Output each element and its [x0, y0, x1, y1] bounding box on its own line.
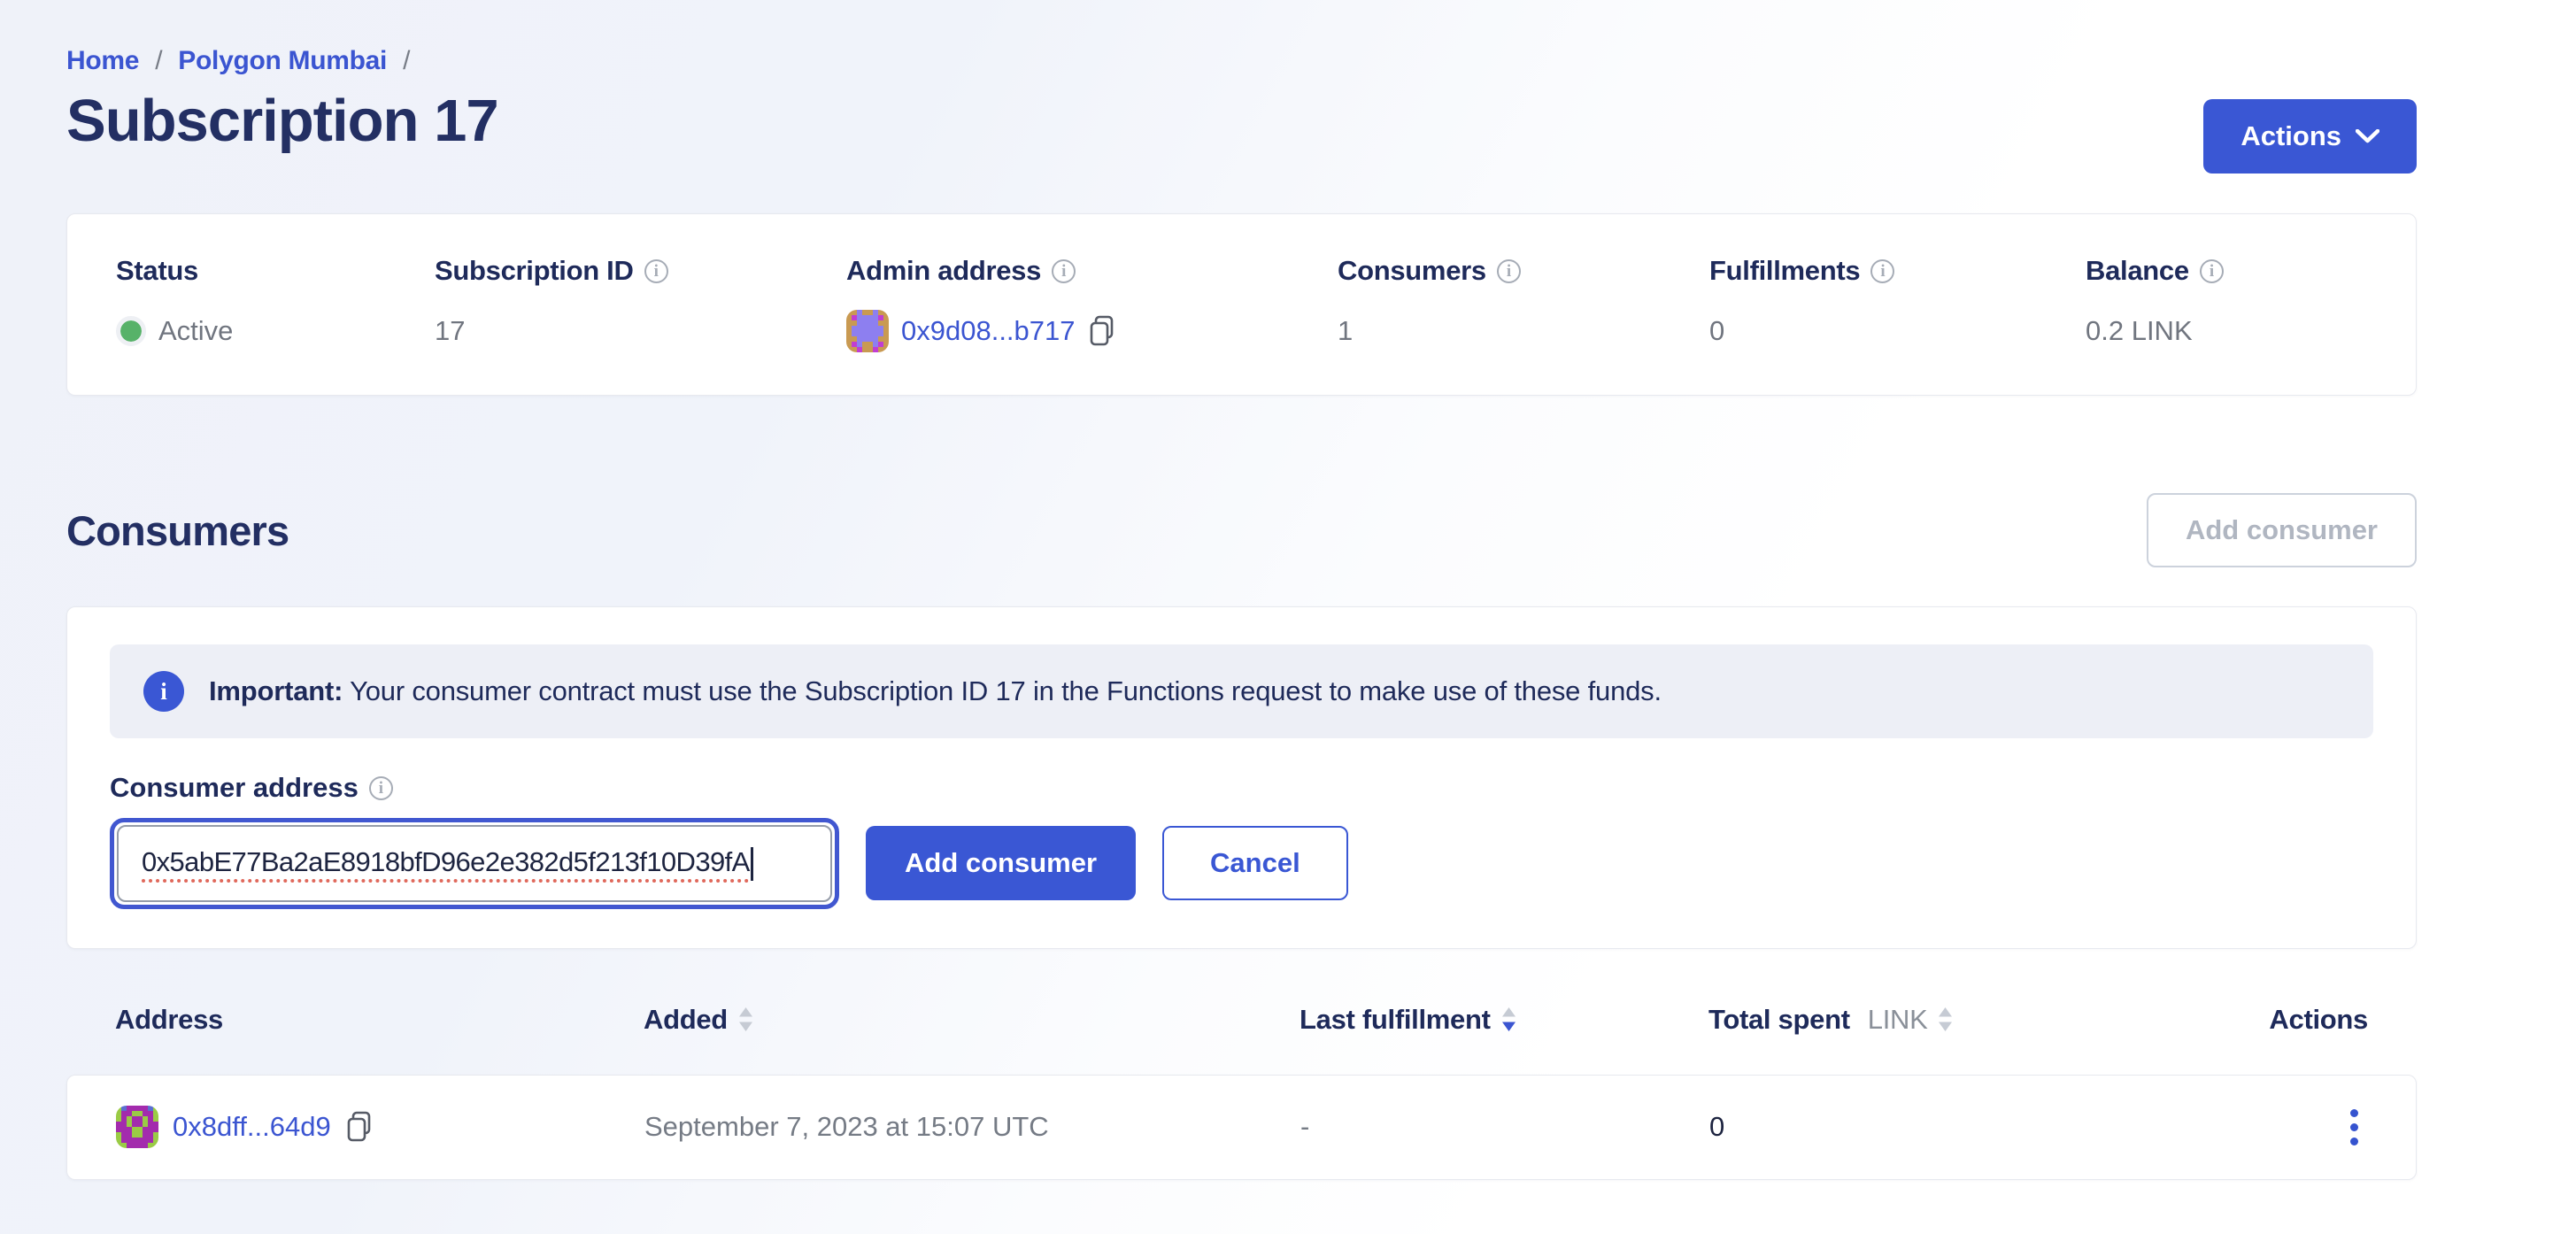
copy-icon [345, 1110, 374, 1144]
consumer-table-row: 0x8dff...64d9 September 7, 2023 at 15:07… [66, 1075, 2417, 1180]
consumers-table-header: Address Added Last fulfillment Total spe… [66, 1004, 2417, 1036]
breadcrumb-separator: / [155, 46, 162, 75]
stat-fulfillments-label: Fulfillments i [1709, 255, 2086, 287]
copy-icon [1088, 314, 1116, 348]
add-consumer-form-card: i Important: Your consumer contract must… [66, 606, 2417, 949]
stat-balance-value: 0.2 LINK [2086, 310, 2416, 352]
stat-consumers-value: 1 [1338, 310, 1709, 352]
consumer-address-link[interactable]: 0x8dff...64d9 [173, 1111, 331, 1143]
info-icon[interactable]: i [369, 776, 393, 800]
stat-fulfillments-value: 0 [1709, 310, 2086, 352]
cancel-button[interactable]: Cancel [1162, 826, 1348, 900]
column-header-added[interactable]: Added [644, 1004, 1300, 1036]
consumer-added-cell: September 7, 2023 at 15:07 UTC [644, 1111, 1300, 1143]
stat-label-text: Admin address [846, 255, 1041, 287]
field-label-text: Consumer address [110, 772, 359, 804]
consumer-address-cell: 0x8dff...64d9 [116, 1106, 644, 1148]
kebab-dot [2350, 1138, 2358, 1145]
row-actions-menu-button[interactable] [2341, 1104, 2367, 1151]
actions-button-label: Actions [2241, 120, 2341, 152]
column-label: Added [644, 1004, 728, 1036]
stat-label-text: Status [116, 255, 198, 287]
column-header-actions: Actions [2269, 1004, 2368, 1036]
page: Home / Polygon Mumbai / Subscription 17 … [0, 0, 2576, 1180]
info-icon[interactable]: i [1870, 259, 1894, 283]
stat-subscription-id: Subscription ID i 17 [435, 255, 846, 352]
stat-status-value: Active [116, 310, 435, 352]
consumer-avatar [116, 1106, 158, 1148]
column-header-address: Address [115, 1004, 644, 1036]
sort-icon[interactable] [1501, 1006, 1516, 1032]
form-controls-row: 0x5abE77Ba2aE8918bfD96e2e382d5f213f10D39… [110, 818, 2373, 909]
status-active-icon [116, 316, 146, 346]
stat-value-text: 17 [435, 315, 465, 347]
stat-admin-address: Admin address i 0x9d08...b717 [846, 255, 1338, 352]
column-label: Actions [2269, 1004, 2368, 1036]
subscription-stats-card: Status Active Subscription ID i 17 Admin… [66, 213, 2417, 396]
text-cursor [751, 847, 753, 881]
chevron-down-icon [2356, 129, 2379, 143]
kebab-dot [2350, 1109, 2358, 1117]
status-text: Active [158, 315, 233, 347]
actions-button[interactable]: Actions [2203, 99, 2417, 174]
breadcrumb-separator: / [403, 46, 410, 75]
column-header-total-spent[interactable]: Total spent LINK [1708, 1004, 2266, 1036]
link-unit-label: LINK [1868, 1004, 1928, 1036]
consumer-address-input[interactable]: 0x5abE77Ba2aE8918bfD96e2e382d5f213f10D39… [117, 825, 832, 902]
sort-icon[interactable] [738, 1006, 753, 1032]
kebab-dot [2350, 1123, 2358, 1131]
notice-body: Your consumer contract must use the Subs… [343, 675, 1662, 706]
stat-label-text: Fulfillments [1709, 255, 1860, 287]
stat-status-label: Status [116, 255, 435, 287]
stat-balance-label: Balance i [2086, 255, 2416, 287]
breadcrumb: Home / Polygon Mumbai / [66, 46, 2417, 76]
stat-fulfillments: Fulfillments i 0 [1709, 255, 2086, 352]
notice-text: Important: Your consumer contract must u… [209, 675, 1662, 707]
consumer-address-field-label: Consumer address i [110, 772, 2373, 804]
stat-admin-address-value: 0x9d08...b717 [846, 310, 1338, 352]
stat-consumers: Consumers i 1 [1338, 255, 1709, 352]
info-icon[interactable]: i [644, 259, 668, 283]
consumer-last-fulfillment-cell: - [1300, 1111, 1709, 1143]
add-consumer-button-disabled[interactable]: Add consumer [2147, 493, 2417, 567]
column-label: Address [115, 1004, 223, 1036]
important-notice-banner: i Important: Your consumer contract must… [110, 644, 2373, 738]
column-label: Total spent [1708, 1004, 1850, 1036]
admin-address-avatar [846, 310, 889, 352]
stat-status: Status Active [116, 255, 435, 352]
stat-value-text: 1 [1338, 315, 1353, 347]
stat-admin-address-label: Admin address i [846, 255, 1338, 287]
consumers-section-header: Consumers Add consumer [66, 493, 2417, 567]
stat-consumers-label: Consumers i [1338, 255, 1709, 287]
copy-consumer-address-button[interactable] [345, 1110, 374, 1144]
consumers-heading: Consumers [66, 506, 289, 555]
sort-icon[interactable] [1938, 1006, 1953, 1032]
info-circle-icon: i [143, 671, 184, 712]
admin-address-link[interactable]: 0x9d08...b717 [901, 315, 1076, 347]
consumer-address-input-focus-ring: 0x5abE77Ba2aE8918bfD96e2e382d5f213f10D39… [110, 818, 839, 909]
consumer-total-spent-cell: 0 [1709, 1111, 2267, 1143]
stat-value-text: 0 [1709, 315, 1724, 347]
info-icon[interactable]: i [2200, 259, 2224, 283]
stat-value-text: 0.2 LINK [2086, 315, 2193, 347]
info-icon[interactable]: i [1497, 259, 1521, 283]
breadcrumb-link-polygon-mumbai[interactable]: Polygon Mumbai [178, 46, 387, 75]
add-consumer-submit-button[interactable]: Add consumer [866, 826, 1136, 900]
breadcrumb-link-home[interactable]: Home [66, 46, 139, 75]
stat-label-text: Subscription ID [435, 255, 634, 287]
column-header-last-fulfillment[interactable]: Last fulfillment [1300, 1004, 1708, 1036]
stat-label-text: Consumers [1338, 255, 1486, 287]
stat-balance: Balance i 0.2 LINK [2086, 255, 2416, 352]
page-title: Subscription 17 [66, 87, 2417, 155]
stat-subscription-id-value: 17 [435, 310, 846, 352]
input-value-text: 0x5abE77Ba2aE8918bfD96e2e382d5f213f10D39… [142, 846, 750, 877]
info-icon[interactable]: i [1052, 259, 1076, 283]
stat-subscription-id-label: Subscription ID i [435, 255, 846, 287]
copy-admin-address-button[interactable] [1088, 314, 1116, 348]
notice-prefix: Important: [209, 675, 343, 706]
stat-label-text: Balance [2086, 255, 2189, 287]
column-label: Last fulfillment [1300, 1004, 1491, 1036]
